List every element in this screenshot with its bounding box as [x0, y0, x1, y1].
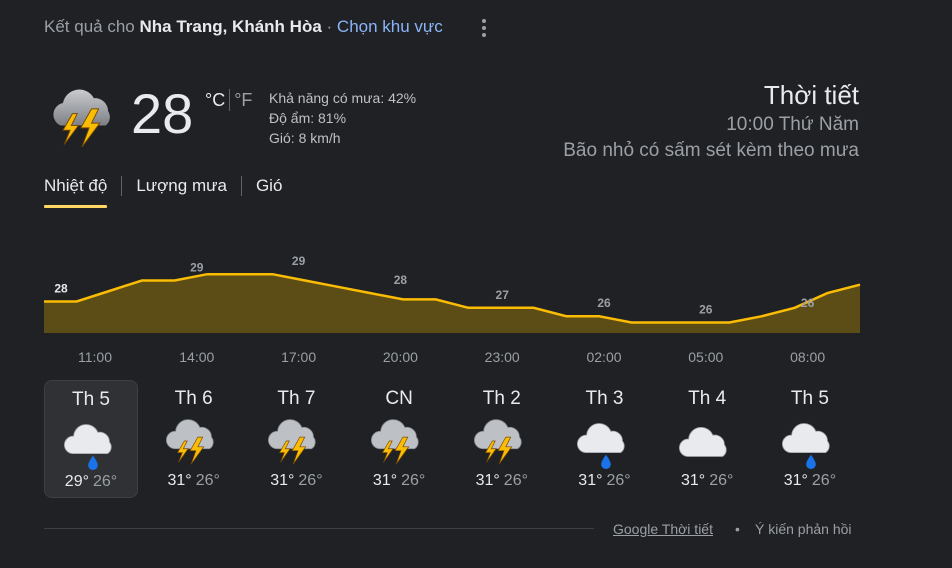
day-card[interactable]: Th 6 31° 26° — [147, 380, 241, 498]
chart-value-label: 27 — [496, 288, 510, 302]
day-low: 26° — [401, 472, 426, 489]
day-temps: 31° 26° — [352, 472, 446, 490]
chart-value-label: 26 — [699, 303, 713, 317]
current-details: Khả năng có mưa: 42% Độ ẩm: 81% Gió: 8 k… — [269, 88, 416, 148]
current-time: 10:00 Thứ Năm — [726, 114, 859, 135]
hour-axis: 11:00 14:00 17:00 20:00 23:00 02:00 05:00 08:00 — [44, 349, 860, 369]
day-name: Th 5 — [71, 389, 111, 410]
day-temps: 31° 26° — [249, 472, 343, 490]
day-low: 26° — [606, 472, 631, 489]
thunderstorm-icon — [165, 419, 214, 465]
day-low: 26° — [93, 473, 118, 490]
wind: Gió: 8 km/h — [269, 130, 341, 146]
day-high: 31° — [372, 472, 398, 489]
day-high: 31° — [167, 472, 192, 489]
footer-dot: • — [735, 521, 740, 537]
day-card[interactable]: Th 3 31° 26° — [558, 380, 652, 498]
thunderstorm-icon — [473, 419, 522, 465]
hour-tick: 05:00 — [688, 349, 724, 365]
day-name: Th 3 — [585, 388, 624, 409]
day-card[interactable]: Th 5 29° 26° — [44, 380, 138, 498]
cloud-icon — [679, 427, 727, 457]
hour-tick: 20:00 — [382, 349, 418, 365]
tab-precipitation[interactable]: Lượng mưa — [136, 176, 227, 206]
day-high: 31° — [578, 472, 603, 489]
day-high: 29° — [64, 473, 89, 490]
chart-value-label: 28 — [54, 282, 68, 296]
day-card[interactable]: CN 31° 26° — [352, 380, 446, 498]
change-region-link[interactable]: Chọn khu vực — [337, 17, 443, 36]
footer-divider — [44, 528, 594, 529]
thunderstorm-icon — [371, 419, 419, 465]
day-temps: 31° 26° — [455, 472, 549, 490]
cloud-rain-icon — [576, 423, 625, 470]
hour-tick: 11:00 — [78, 349, 112, 365]
day-temps: 31° 26° — [558, 472, 652, 490]
weather-summary: Thời tiết 10:00 Thứ Năm Bão nhỏ có sấm s… — [499, 78, 859, 164]
hour-tick: 08:00 — [790, 349, 826, 365]
tab-wind[interactable]: Gió — [256, 176, 282, 206]
chart-value-label: 28 — [394, 273, 408, 287]
rain-chance: Khả năng có mưa: 42% — [269, 90, 417, 106]
day-low: 26° — [503, 472, 528, 489]
day-card[interactable]: Th 7 31° 26° — [249, 380, 343, 498]
humidity: Độ ẩm: 81% — [269, 110, 347, 126]
forecast-tabs: Nhiệt độ Lượng mưa Gió — [44, 176, 282, 208]
day-card[interactable]: Th 5 31° 26° — [763, 380, 857, 498]
day-name: Th 5 — [790, 388, 829, 409]
day-name: CN — [385, 388, 413, 409]
hour-tick: 02:00 — [586, 349, 622, 365]
chart-value-label: 29 — [292, 254, 306, 268]
unit-divider — [229, 89, 231, 111]
cloud-rain-icon — [781, 423, 830, 470]
day-low: 26° — [811, 472, 837, 489]
thunderstorm-icon — [268, 419, 316, 465]
hour-tick: 14:00 — [179, 349, 215, 365]
tab-temperature[interactable]: Nhiệt độ — [44, 176, 108, 208]
more-vert-icon[interactable] — [476, 17, 492, 39]
thunderstorm-icon — [53, 89, 110, 148]
chart-value-label: 26 — [801, 296, 815, 310]
tab-divider — [240, 176, 242, 196]
day-name: Th 2 — [482, 388, 521, 409]
unit-fahrenheit[interactable]: °F — [234, 90, 252, 111]
unit-switcher: °C °F — [205, 89, 252, 111]
day-card[interactable]: Th 4 31° 26° — [660, 380, 754, 498]
result-prefix: Kết quả cho — [44, 17, 135, 36]
chart-value-label: 26 — [597, 296, 611, 310]
location-header: Kết quả cho Nha Trang, Khánh Hòa · Chọn … — [44, 17, 443, 37]
day-temps: 31° 26° — [763, 472, 857, 490]
day-temps: 31° 26° — [660, 472, 754, 490]
day-name: Th 4 — [688, 388, 727, 409]
day-name: Th 7 — [277, 388, 316, 409]
day-temps: 29° 26° — [45, 473, 137, 491]
day-high: 31° — [475, 472, 500, 489]
day-high: 31° — [680, 472, 706, 489]
tab-divider — [121, 176, 123, 196]
day-high: 31° — [270, 472, 295, 489]
temperature-chart: 28 29 29 28 27 26 26 26 — [44, 254, 861, 333]
current-temperature: 28 — [131, 82, 194, 145]
daily-forecast: Th 5 29° 26° Th 6 31° 26° Th 7 31° 26° CN 31° 26° Th… — [44, 380, 864, 498]
chart-value-label: 29 — [190, 261, 204, 275]
day-high: 31° — [783, 472, 808, 489]
header-separator: · — [326, 17, 333, 36]
day-card[interactable]: Th 2 31° 26° — [455, 380, 549, 498]
hour-tick: 17:00 — [281, 349, 317, 365]
cloud-rain-icon — [64, 424, 112, 471]
day-name: Th 6 — [174, 388, 213, 409]
unit-celsius[interactable]: °C — [205, 90, 225, 111]
day-low: 26° — [195, 472, 220, 489]
weather-title: Thời tiết — [763, 80, 859, 110]
day-temps: 31° 26° — [147, 472, 241, 490]
current-condition: Bão nhỏ có sấm sét kèm theo mưa — [563, 140, 859, 161]
hour-tick: 23:00 — [484, 349, 520, 365]
location-name: Nha Trang, Khánh Hòa — [139, 17, 322, 36]
feedback-link[interactable]: Ý kiến phản hồi — [755, 521, 852, 537]
google-weather-link[interactable]: Google Thời tiết — [613, 521, 713, 537]
day-low: 26° — [298, 472, 323, 489]
day-low: 26° — [709, 472, 734, 489]
